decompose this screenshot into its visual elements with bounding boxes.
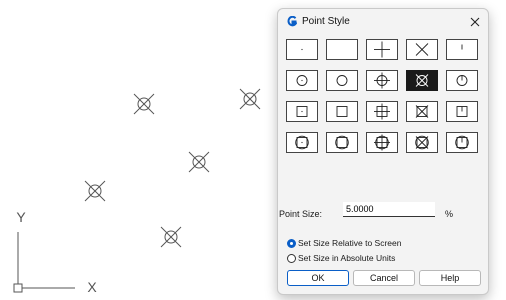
point-style-circle-tick-icon: [456, 75, 468, 86]
point-style-option-circle-square[interactable]: [326, 132, 358, 153]
point-style-option-circle-square-plus[interactable]: [366, 132, 398, 153]
point-style-circle-square-dot-icon: [295, 135, 309, 150]
point-style-option-circle[interactable]: [326, 70, 358, 91]
point-style-circle-square-x-icon: [415, 135, 429, 150]
circle-x-point[interactable]: [84, 180, 106, 202]
relative-size-radio[interactable]: [287, 238, 296, 248]
point-style-option-square-x[interactable]: [406, 101, 438, 122]
app-logo-icon: [287, 16, 297, 27]
point-style-dot-icon: [301, 48, 303, 51]
point-style-circle-square-icon: [335, 135, 349, 150]
ok-button[interactable]: OK: [287, 270, 349, 286]
points-layer: [84, 88, 261, 248]
relative-size-option[interactable]: Set Size Relative to Screen: [287, 237, 401, 249]
point-style-option-circle-square-dot[interactable]: [286, 132, 318, 153]
point-style-x-icon: [415, 43, 429, 56]
point-size-input[interactable]: [343, 202, 435, 217]
point-style-circle-square-tick-icon: [455, 135, 469, 150]
ucs-y-label: Y: [16, 209, 26, 225]
point-style-option-square-plus[interactable]: [366, 101, 398, 122]
point-style-circle-square-plus-icon: [374, 134, 390, 151]
point-style-none-icon: [327, 40, 357, 59]
point-style-tick-icon: [461, 44, 463, 50]
absolute-size-label: Set Size in Absolute Units: [298, 253, 396, 263]
point-style-circle-dot-icon: [296, 75, 308, 86]
point-style-option-dot[interactable]: [286, 39, 318, 60]
cancel-button[interactable]: Cancel: [353, 270, 415, 286]
circle-x-point[interactable]: [133, 93, 155, 115]
point-style-option-circle-dot[interactable]: [286, 70, 318, 91]
absolute-size-radio[interactable]: [287, 253, 296, 263]
point-style-circle-x-icon: [407, 71, 437, 90]
point-style-option-circle-plus[interactable]: [366, 70, 398, 91]
dialog-title: Point Style: [302, 16, 350, 27]
point-style-square-plus-icon: [374, 103, 390, 120]
point-style-plus-icon: [374, 41, 390, 58]
ucs-x-label: X: [87, 279, 97, 295]
point-style-option-tick[interactable]: [446, 39, 478, 60]
circle-x-point[interactable]: [239, 88, 261, 110]
point-style-square-x-icon: [415, 105, 429, 118]
point-style-option-square-tick[interactable]: [446, 101, 478, 122]
point-style-circle-plus-icon: [374, 72, 390, 89]
point-style-square-icon: [336, 106, 348, 117]
absolute-size-option[interactable]: Set Size in Absolute Units: [287, 252, 395, 264]
percent-label: %: [445, 209, 454, 219]
point-style-option-plus[interactable]: [366, 39, 398, 60]
circle-x-point[interactable]: [188, 151, 210, 173]
close-icon: [470, 17, 480, 27]
point-style-option-none[interactable]: [326, 39, 358, 60]
ucs-icon: [13, 232, 75, 293]
point-style-circle-icon: [336, 75, 348, 86]
point-style-dialog: Point Style Point Size: % Set Size Relat…: [277, 8, 489, 295]
point-style-option-circle-x[interactable]: [406, 70, 438, 91]
circle-x-point[interactable]: [160, 226, 182, 248]
relative-size-label: Set Size Relative to Screen: [298, 238, 402, 248]
dialog-titlebar[interactable]: Point Style: [278, 9, 488, 35]
help-button[interactable]: Help: [419, 270, 481, 286]
point-style-option-circle-square-tick[interactable]: [446, 132, 478, 153]
point-style-square-tick-icon: [456, 106, 468, 117]
point-style-square-dot-icon: [296, 106, 308, 117]
point-size-label: Point Size:: [279, 209, 323, 219]
close-button[interactable]: [466, 13, 484, 31]
point-style-option-x[interactable]: [406, 39, 438, 60]
point-style-option-square-dot[interactable]: [286, 101, 318, 122]
point-style-option-circle-tick[interactable]: [446, 70, 478, 91]
point-style-option-square[interactable]: [326, 101, 358, 122]
point-style-option-circle-square-x[interactable]: [406, 132, 438, 153]
